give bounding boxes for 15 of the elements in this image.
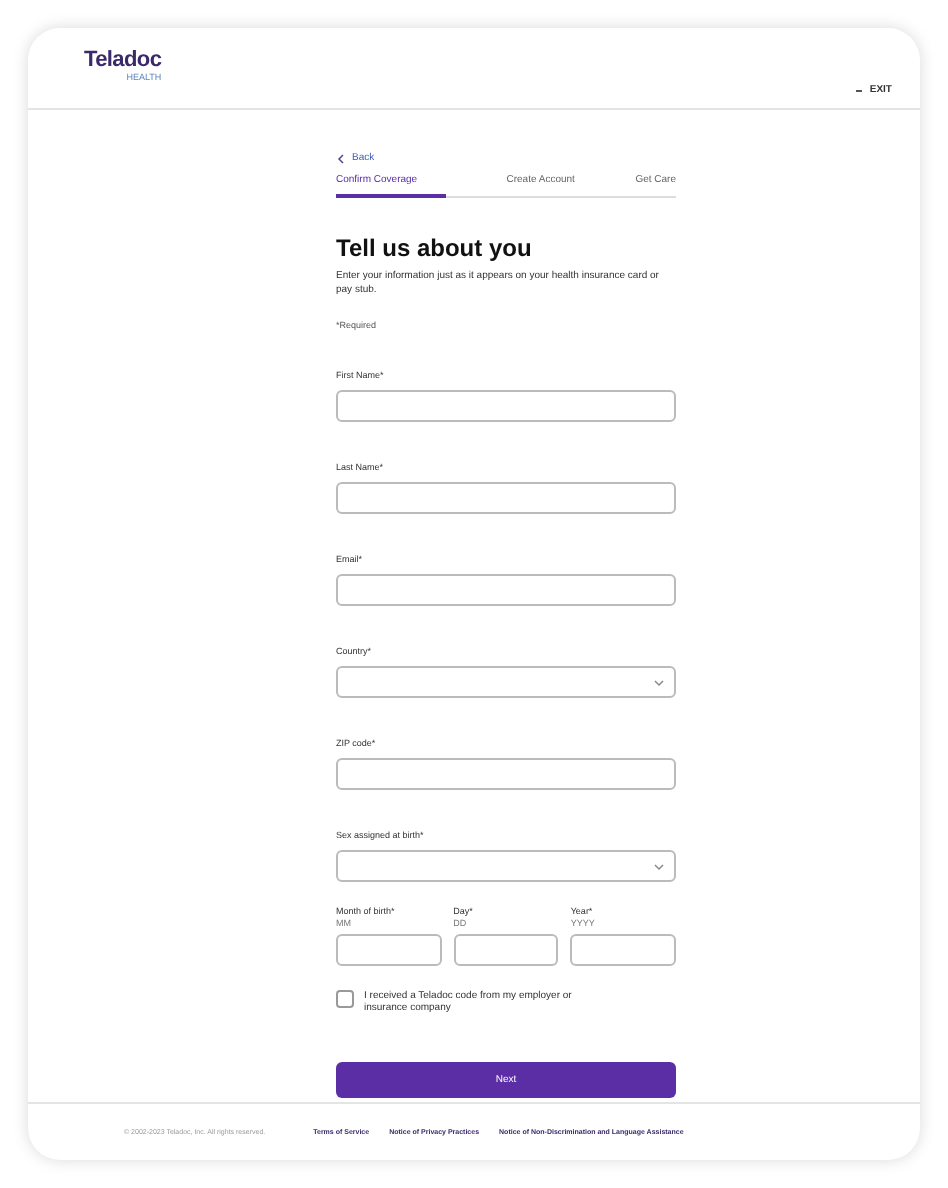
chevron-down-icon — [654, 861, 664, 871]
input-field[interactable] — [453, 934, 559, 966]
chevron-left-icon — [336, 153, 346, 163]
dropdown-field[interactable] — [336, 666, 676, 698]
input-field[interactable] — [336, 934, 442, 966]
input-field[interactable] — [336, 390, 676, 422]
logo-wordmark: Teladoc — [84, 50, 162, 72]
dropdown-field[interactable] — [336, 850, 676, 882]
input-field[interactable] — [336, 482, 676, 514]
input-field[interactable] — [570, 934, 677, 966]
checkbox[interactable] — [336, 990, 354, 1008]
chevron-down-icon — [654, 677, 664, 687]
page-title: Tell us about you — [336, 234, 534, 262]
input-field[interactable] — [336, 758, 676, 790]
input-field[interactable] — [336, 574, 676, 606]
